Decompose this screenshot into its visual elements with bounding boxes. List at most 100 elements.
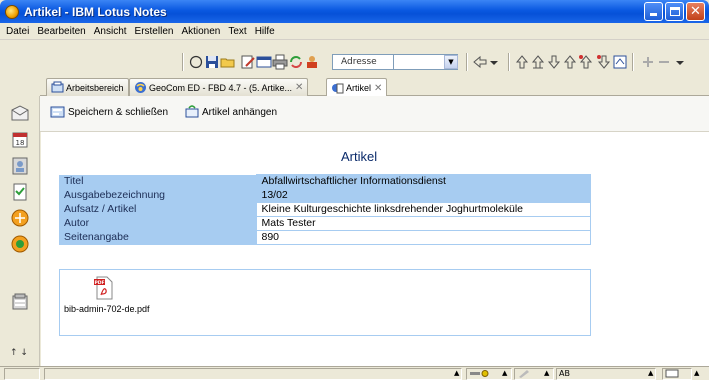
close-button[interactable]: ✕ (686, 2, 705, 21)
open-folder-icon[interactable] (220, 54, 236, 70)
next-document-icon[interactable] (546, 54, 562, 70)
attach-label: Artikel anhängen (202, 106, 278, 118)
field-label-seitenangabe: Seitenangabe (59, 230, 256, 245)
toolbar-separator (508, 53, 510, 71)
up-icon[interactable] (562, 54, 578, 70)
menu-aktionen[interactable]: Aktionen (177, 26, 224, 37)
menu-bearbeiten[interactable]: Bearbeiten (33, 26, 89, 37)
menu-datei[interactable]: Datei (2, 26, 33, 37)
field-value-seitenangabe[interactable]: 890 (255, 230, 591, 245)
status-up-arrow-icon[interactable]: ▲ (502, 369, 507, 377)
minimize-button[interactable] (644, 2, 663, 21)
edit-icon[interactable] (240, 54, 256, 70)
field-value-titel[interactable]: Abfallwirtschaftlicher Informationsdiens… (255, 174, 591, 189)
menu-bar: Datei Bearbeiten Ansicht Erstellen Aktio… (0, 23, 709, 40)
database-icon (135, 82, 146, 93)
save-icon[interactable] (204, 54, 220, 70)
tab-label: Artikel (346, 83, 372, 93)
circle-icon[interactable] (188, 54, 204, 70)
document-area: Artikel Titel Abfallwirtschaftlicher Inf… (41, 132, 709, 366)
favorites-bookmark-icon[interactable] (10, 234, 30, 254)
calendar-bookmark-icon[interactable]: 18 (10, 130, 30, 150)
document-heading: Artikel (341, 149, 378, 164)
attachment-filename[interactable]: bib-admin-702-de.pdf (64, 304, 150, 314)
window-title: Artikel - IBM Lotus Notes (24, 4, 167, 19)
tab-close-icon[interactable]: ✕ (374, 83, 382, 94)
previous-document-icon[interactable] (514, 54, 530, 70)
more-dropdown-icon[interactable] (672, 54, 688, 70)
prev-unread-star-icon[interactable] (596, 54, 612, 70)
databases-bookmark-icon[interactable] (10, 292, 30, 312)
print-icon[interactable] (272, 54, 288, 70)
document-icon (332, 83, 344, 93)
field-row-titel: Titel Abfallwirtschaftlicher Information… (59, 174, 591, 189)
status-up-arrow-icon[interactable]: ▲ (648, 369, 653, 377)
window-controls: ✕ (644, 2, 705, 21)
toolbar-separator (466, 53, 468, 71)
toolbar: Adresse ▼ (0, 40, 709, 76)
svg-text:18: 18 (16, 139, 25, 147)
field-row-ausgabebezeichnung: Ausgabebezeichnung 13/02 (59, 188, 591, 203)
field-label-autor: Autor (59, 216, 256, 231)
tab-label: Arbeitsbereich (66, 82, 124, 93)
status-cell-left[interactable] (4, 368, 40, 380)
toolbar-separator (182, 53, 184, 71)
address-dropdown-button[interactable]: ▼ (444, 55, 458, 69)
bookmark-scroll-arrows[interactable]: ↑ ↓ (10, 348, 28, 358)
pdf-file-icon[interactable]: PDF (94, 276, 114, 300)
minimize-icon (650, 13, 657, 16)
status-message (44, 368, 462, 380)
save-close-button[interactable]: Speichern & schließen (50, 104, 168, 120)
mail-bookmark-icon[interactable] (10, 104, 30, 124)
address-label: Adresse (332, 54, 394, 70)
mail-person-icon[interactable] (304, 54, 320, 70)
view-icon[interactable] (612, 54, 628, 70)
attach-article-button[interactable]: Artikel anhängen (184, 104, 277, 120)
status-up-arrow-icon[interactable]: ▲ (694, 369, 699, 377)
field-row-seitenangabe: Seitenangabe 890 (59, 230, 591, 245)
replication-bookmark-icon[interactable] (10, 208, 30, 228)
toolbar-separator (632, 53, 634, 71)
field-label-titel: Titel (59, 174, 256, 189)
window-icon[interactable] (256, 54, 272, 70)
menu-ansicht[interactable]: Ansicht (90, 26, 131, 37)
field-value-ausgabebezeichnung[interactable]: 13/02 (255, 188, 591, 203)
menu-erstellen[interactable]: Erstellen (131, 26, 178, 37)
minus-icon[interactable] (656, 54, 672, 70)
fields-table: Titel Abfallwirtschaftlicher Information… (59, 174, 591, 245)
replicate-icon[interactable] (288, 54, 304, 70)
contacts-bookmark-icon[interactable] (10, 156, 30, 176)
todo-bookmark-icon[interactable] (10, 182, 30, 202)
status-up-arrow-icon[interactable]: ▲ (544, 369, 549, 377)
field-value-aufsatz[interactable]: Kleine Kulturgeschichte linksdrehender J… (255, 202, 591, 217)
lotus-notes-app-icon[interactable] (5, 4, 19, 19)
field-row-aufsatz: Aufsatz / Artikel Kleine Kulturgeschicht… (59, 202, 591, 217)
save-close-label: Speichern & schließen (68, 106, 169, 118)
previous-unread-icon[interactable] (530, 54, 546, 70)
next-unread-star-icon[interactable] (578, 54, 594, 70)
status-up-arrow-icon[interactable]: ▲ (454, 369, 459, 377)
tab-arbeitsbereich[interactable]: Arbeitsbereich (46, 78, 129, 96)
maximize-button[interactable] (665, 2, 684, 21)
status-location[interactable]: AB (556, 368, 656, 380)
plus-icon[interactable] (640, 54, 656, 70)
field-row-autor: Autor Mats Tester (59, 216, 591, 231)
menu-text[interactable]: Text (224, 26, 250, 37)
tab-artikel[interactable]: Artikel ✕ (326, 78, 388, 97)
menu-hilfe[interactable]: Hilfe (251, 26, 279, 37)
svg-text:PDF: PDF (94, 280, 104, 286)
tab-close-icon[interactable]: ✕ (295, 82, 303, 93)
back-dropdown-icon[interactable] (486, 54, 502, 70)
field-value-autor[interactable]: Mats Tester (255, 216, 591, 231)
chevron-down-icon: ▼ (448, 58, 454, 66)
status-bar: ▲ ▲ ▲ AB ▲ ▲ (0, 366, 709, 380)
pen-icon (519, 370, 529, 378)
maximize-icon (670, 7, 680, 16)
title-bar: Artikel - IBM Lotus Notes ✕ (0, 0, 709, 23)
bookmark-bar: 18 ↑ ↓ (0, 96, 40, 366)
signal-icon (470, 370, 489, 377)
toolbar-row: Adresse ▼ (0, 51, 709, 73)
tab-geocom[interactable]: GeoCom ED - FBD 4.7 - (5. Artike... ✕ (129, 78, 309, 96)
field-label-ausgabebezeichnung: Ausgabebezeichnung (59, 188, 256, 203)
status-inbox-cell[interactable] (662, 368, 692, 380)
